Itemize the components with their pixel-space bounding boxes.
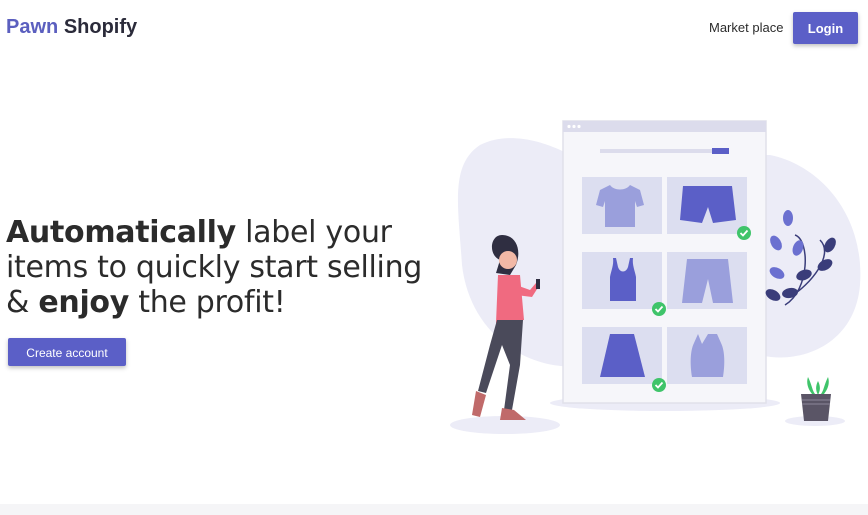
check-icon [652,302,666,316]
potted-plant [801,377,831,421]
brand-second-word: Shopify [63,16,138,38]
store-catalog-illustration [450,120,861,434]
hero-headline: Automatically label your items to quickl… [6,215,426,320]
brand-logo[interactable]: Pawn Shopify [6,16,137,39]
headline-text-2: the profit! [129,285,286,320]
brand-first-word: Pawn [6,16,59,38]
create-account-button[interactable]: Create account [8,338,126,366]
check-icon [652,378,666,392]
footer-band [0,504,868,515]
headline-bold-2: enjoy [38,285,129,320]
vest-icon [690,334,725,377]
headline-bold-1: Automatically [6,215,236,250]
browser-window [562,120,767,404]
check-icon [737,226,751,240]
nav-marketplace-link[interactable]: Market place [709,20,783,35]
login-button[interactable]: Login [793,12,858,44]
